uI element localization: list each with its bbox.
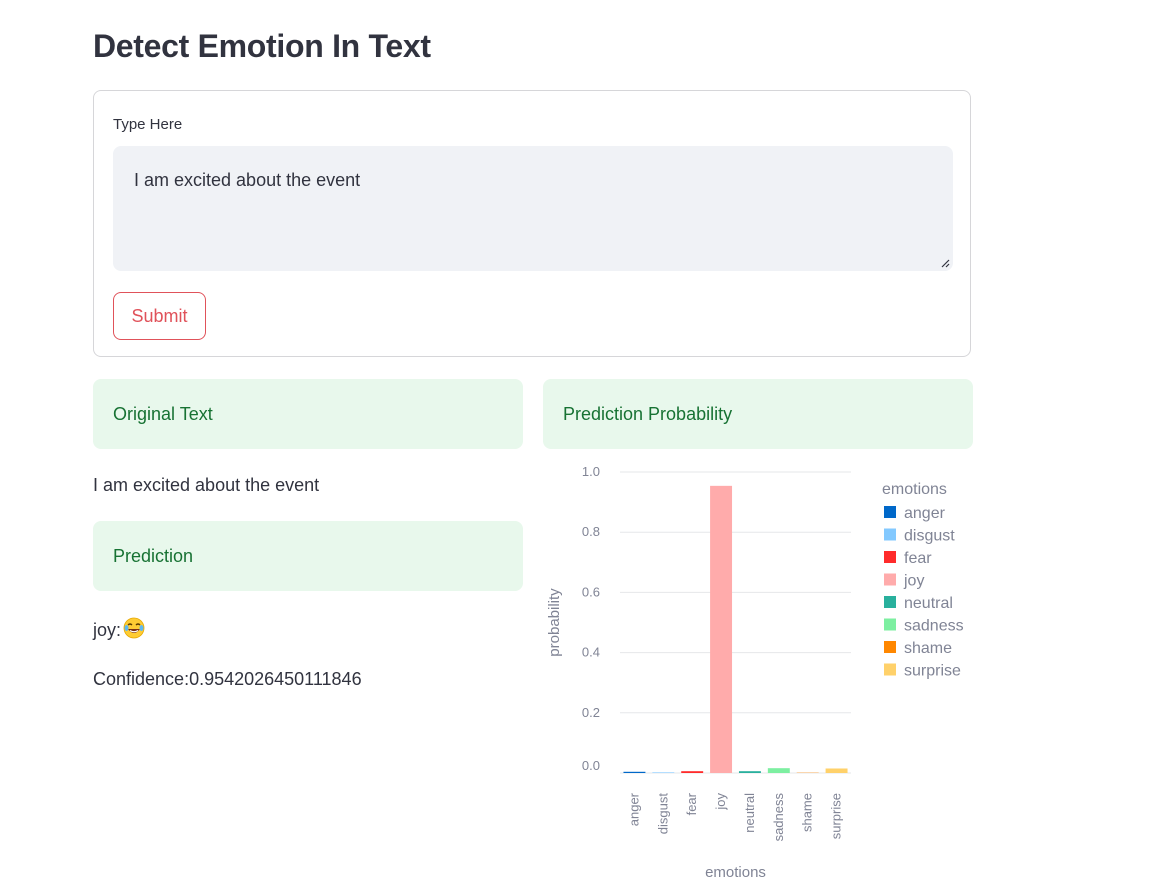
emotion-form: Type Here I am excited about the event S… [93,90,971,357]
legend-label-fear: fear [904,550,932,567]
text-input[interactable]: I am excited about the event [113,146,953,271]
legend-swatch-shame [884,641,896,653]
x-axis-title: emotions [705,864,766,881]
legend-swatch-joy [884,574,896,586]
original-text-value: I am excited about the event [93,475,319,496]
legend-title: emotions [882,481,947,498]
bar-fear [681,771,703,773]
legend-label-shame: shame [904,640,952,657]
bar-sadness [768,768,790,773]
prediction-header-label: Prediction [113,546,193,566]
x-tick-label: fear [684,792,699,815]
prediction-probability-header: Prediction Probability [543,379,973,449]
bar-joy [710,486,732,773]
legend-swatch-anger [884,506,896,518]
legend-swatch-surprise [884,664,896,676]
text-input-value: I am excited about the event [134,170,360,190]
confidence-text: Confidence:0.9542026450111846 [93,669,362,690]
y-tick-label: 0.8 [582,524,600,539]
x-tick-label: joy [713,793,728,811]
face-with-tears-of-joy-icon [123,617,145,639]
y-tick-label: 0.2 [582,705,600,720]
legend-swatch-fear [884,551,896,563]
bar-disgust [652,772,674,773]
prediction-label: joy: [93,620,121,640]
legend-swatch-neutral [884,596,896,608]
x-tick-label: sadness [771,793,786,842]
bar-neutral [739,771,761,773]
legend-label-surprise: surprise [904,663,961,680]
legend-label-disgust: disgust [904,528,955,545]
prediction-header: Prediction [93,521,523,591]
legend-swatch-disgust [884,529,896,541]
legend-label-joy: joy [903,573,924,590]
legend-label-sadness: sadness [904,618,964,635]
legend-label-neutral: neutral [904,595,953,612]
bar-anger [623,772,645,773]
x-tick-label: anger [626,792,641,826]
x-tick-label: surprise [829,793,844,839]
prediction-result: joy: [93,617,145,641]
submit-button[interactable]: Submit [113,292,206,340]
probability-chart: 0.00.20.40.60.81.0angerdisgustfearjoyneu… [543,462,973,888]
y-tick-label: 0.6 [582,584,600,599]
page-title: Detect Emotion In Text [93,28,431,65]
x-tick-label: disgust [655,793,670,835]
y-tick-label: 0.4 [582,645,600,660]
y-tick-label: 0.0 [582,758,600,773]
y-axis-title: probability [546,588,563,657]
original-text-header: Original Text [93,379,523,449]
original-text-header-label: Original Text [113,404,213,424]
prediction-probability-header-label: Prediction Probability [563,404,732,424]
y-tick-label: 1.0 [582,464,600,479]
legend-label-anger: anger [904,505,946,522]
text-input-label: Type Here [113,116,182,133]
x-tick-label: neutral [742,793,757,833]
resize-handle-icon[interactable] [940,258,950,268]
x-tick-label: shame [800,793,815,832]
probability-bar-chart: 0.00.20.40.60.81.0angerdisgustfearjoyneu… [543,462,973,888]
legend-swatch-sadness [884,619,896,631]
bar-surprise [826,768,848,773]
